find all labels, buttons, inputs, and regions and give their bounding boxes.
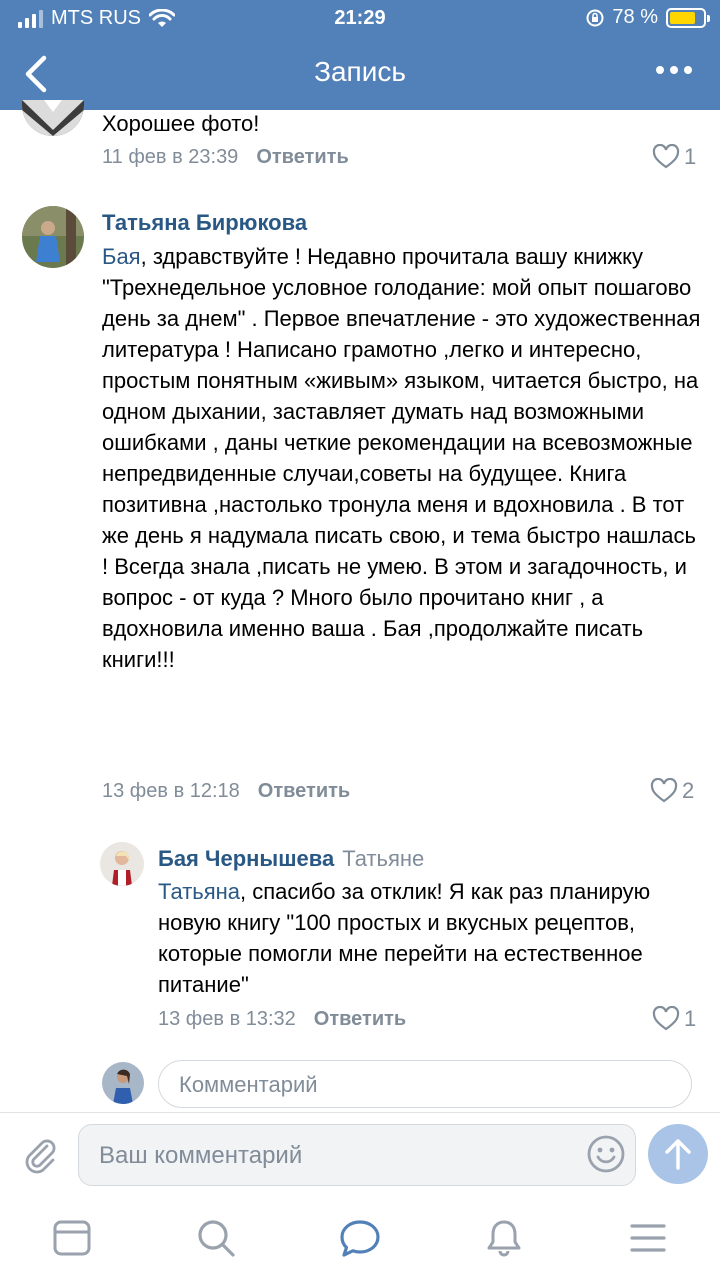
heart-outline-icon: [652, 1006, 680, 1031]
arrow-up-icon: [665, 1139, 691, 1170]
current-user-avatar: [102, 1062, 144, 1104]
heart-outline-icon: [652, 144, 680, 169]
like-button[interactable]: 1: [652, 144, 696, 170]
comment-date: 13 фев в 12:18: [102, 780, 240, 802]
paperclip-icon[interactable]: [20, 1134, 60, 1174]
reply-button[interactable]: Ответить: [256, 146, 348, 168]
comment-text: Бая, здравствуйте ! Недавно прочитала ва…: [102, 244, 701, 672]
like-button[interactable]: 1: [652, 1006, 696, 1032]
smile-icon[interactable]: [586, 1134, 626, 1174]
messages-icon[interactable]: [338, 1216, 382, 1260]
reply-to-label: Татьяне: [342, 846, 425, 871]
mention-link[interactable]: Бая: [102, 244, 141, 269]
inline-comment-input[interactable]: Комментарий: [158, 1060, 692, 1108]
orientation-lock-icon: [586, 9, 604, 26]
notifications-icon[interactable]: [482, 1216, 526, 1260]
reply-button[interactable]: Ответить: [314, 1008, 406, 1030]
reply-button[interactable]: Ответить: [258, 780, 350, 802]
comment-meta: 13 фев в 12:18 Ответить: [102, 780, 350, 803]
comment-date: 13 фев в 13:32: [158, 1008, 296, 1030]
comment-meta: 13 фев в 13:32 Ответить: [158, 1008, 406, 1031]
tab-bar: [0, 1200, 720, 1280]
status-bar: MTS RUS 21:29 78 %: [0, 0, 720, 38]
more-horizontal-icon: [656, 66, 664, 74]
avatar[interactable]: [22, 100, 84, 136]
divider: [0, 1112, 720, 1113]
more-button[interactable]: [656, 66, 692, 74]
like-count: 1: [684, 144, 697, 169]
avatar[interactable]: [22, 206, 84, 268]
comment-author[interactable]: Татьяна Бирюкова: [102, 210, 307, 236]
avatar[interactable]: [100, 842, 144, 886]
page-title: Запись: [314, 56, 406, 87]
comment-text: Хорошее фото!: [102, 111, 260, 136]
news-icon[interactable]: [50, 1216, 94, 1260]
battery-percent: 78 %: [612, 6, 658, 28]
battery-icon: [666, 7, 710, 28]
header: MTS RUS 21:29 78 % Запись: [0, 0, 720, 110]
comment-input[interactable]: Ваш комментарий: [78, 1124, 636, 1186]
menu-icon[interactable]: [626, 1216, 670, 1260]
like-button[interactable]: 2: [650, 778, 694, 804]
send-button[interactable]: [648, 1124, 708, 1184]
comment-author[interactable]: Бая Чернышева Татьяне: [158, 846, 424, 872]
comment-date: 11 фев в 23:39: [102, 146, 239, 168]
heart-outline-icon: [650, 778, 678, 803]
like-count: 2: [682, 778, 695, 803]
comment-text: Татьяна, спасибо за отклик! Я как раз пл…: [158, 879, 651, 997]
like-count: 1: [684, 1006, 697, 1031]
search-icon[interactable]: [194, 1216, 238, 1260]
mention-link[interactable]: Татьяна: [158, 879, 240, 904]
comment-meta: 11 фев в 23:39 Ответить: [102, 146, 349, 169]
